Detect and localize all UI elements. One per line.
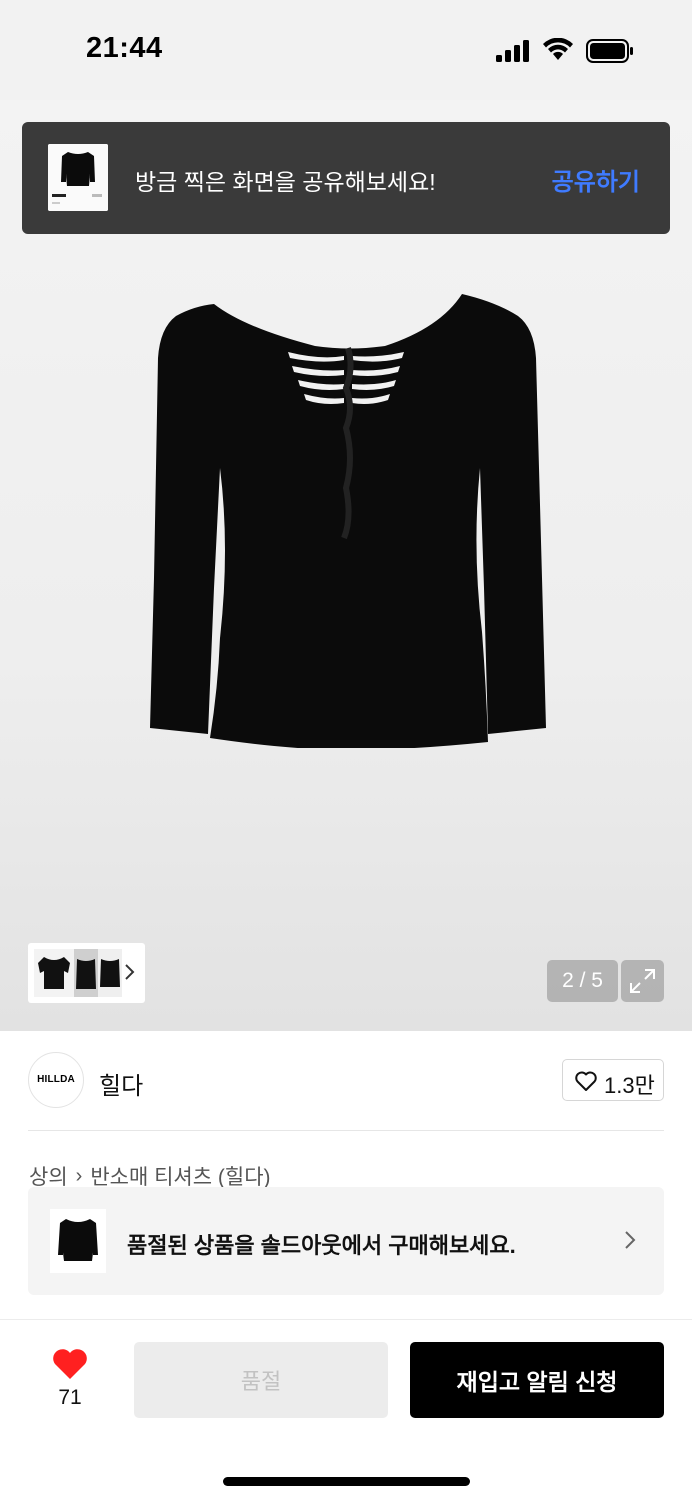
expand-icon (630, 969, 655, 993)
thumbnail-3-image (100, 959, 120, 987)
brand-name[interactable]: 힐다 (99, 1066, 143, 1101)
product-photo[interactable] (140, 288, 560, 748)
thumbnail-1-image (38, 957, 70, 989)
expand-button[interactable] (621, 960, 664, 1002)
chevron-right-icon: › (75, 1164, 83, 1187)
wifi-icon (543, 38, 573, 60)
screenshot-thumbnail[interactable] (48, 144, 108, 211)
battery-icon (586, 39, 633, 63)
share-button[interactable]: 공유하기 (552, 162, 640, 197)
divider (28, 1130, 664, 1131)
home-indicator (223, 1477, 470, 1486)
signal-icon (496, 40, 529, 62)
soldout-button: 품절 (134, 1342, 388, 1418)
thumbnail-1[interactable] (34, 949, 74, 997)
brand-like-count: 1.3만 (604, 1073, 655, 1098)
thumbnail-2-image (76, 959, 96, 989)
restock-alert-button[interactable]: 재입고 알림 신청 (410, 1342, 664, 1418)
share-banner-text: 방금 찍은 화면을 공유해보세요! (135, 169, 436, 195)
soldout-notice-card[interactable]: 품절된 상품을 솔드아웃에서 구매해보세요. (28, 1187, 664, 1295)
page-indicator: 2 / 5 (547, 960, 618, 1002)
soldout-thumbnail (50, 1209, 106, 1273)
thumbnail-strip[interactable] (28, 943, 145, 1003)
soldout-thumbnail-image (58, 1219, 98, 1261)
chevron-right-icon (625, 1231, 636, 1249)
wish-count: 71 (58, 1386, 82, 1409)
status-time: 21:44 (86, 32, 163, 64)
screenshot-share-banner: 방금 찍은 화면을 공유해보세요! 공유하기 (22, 122, 670, 234)
status-bar: 21:44 (0, 0, 692, 100)
screenshot-thumbnail-image (48, 144, 108, 211)
heart-outline-icon (575, 1071, 597, 1091)
brand-like-button[interactable]: 1.3만 (562, 1059, 664, 1101)
heart-filled-icon[interactable] (50, 1346, 90, 1382)
brand-logo[interactable]: HILLDA (28, 1052, 84, 1108)
thumbnail-2[interactable] (74, 949, 98, 997)
thumbnail-3[interactable] (98, 949, 122, 997)
chevron-right-icon[interactable] (123, 961, 137, 983)
soldout-notice-text: 품절된 상품을 솔드아웃에서 구매해보세요. (127, 1233, 516, 1258)
